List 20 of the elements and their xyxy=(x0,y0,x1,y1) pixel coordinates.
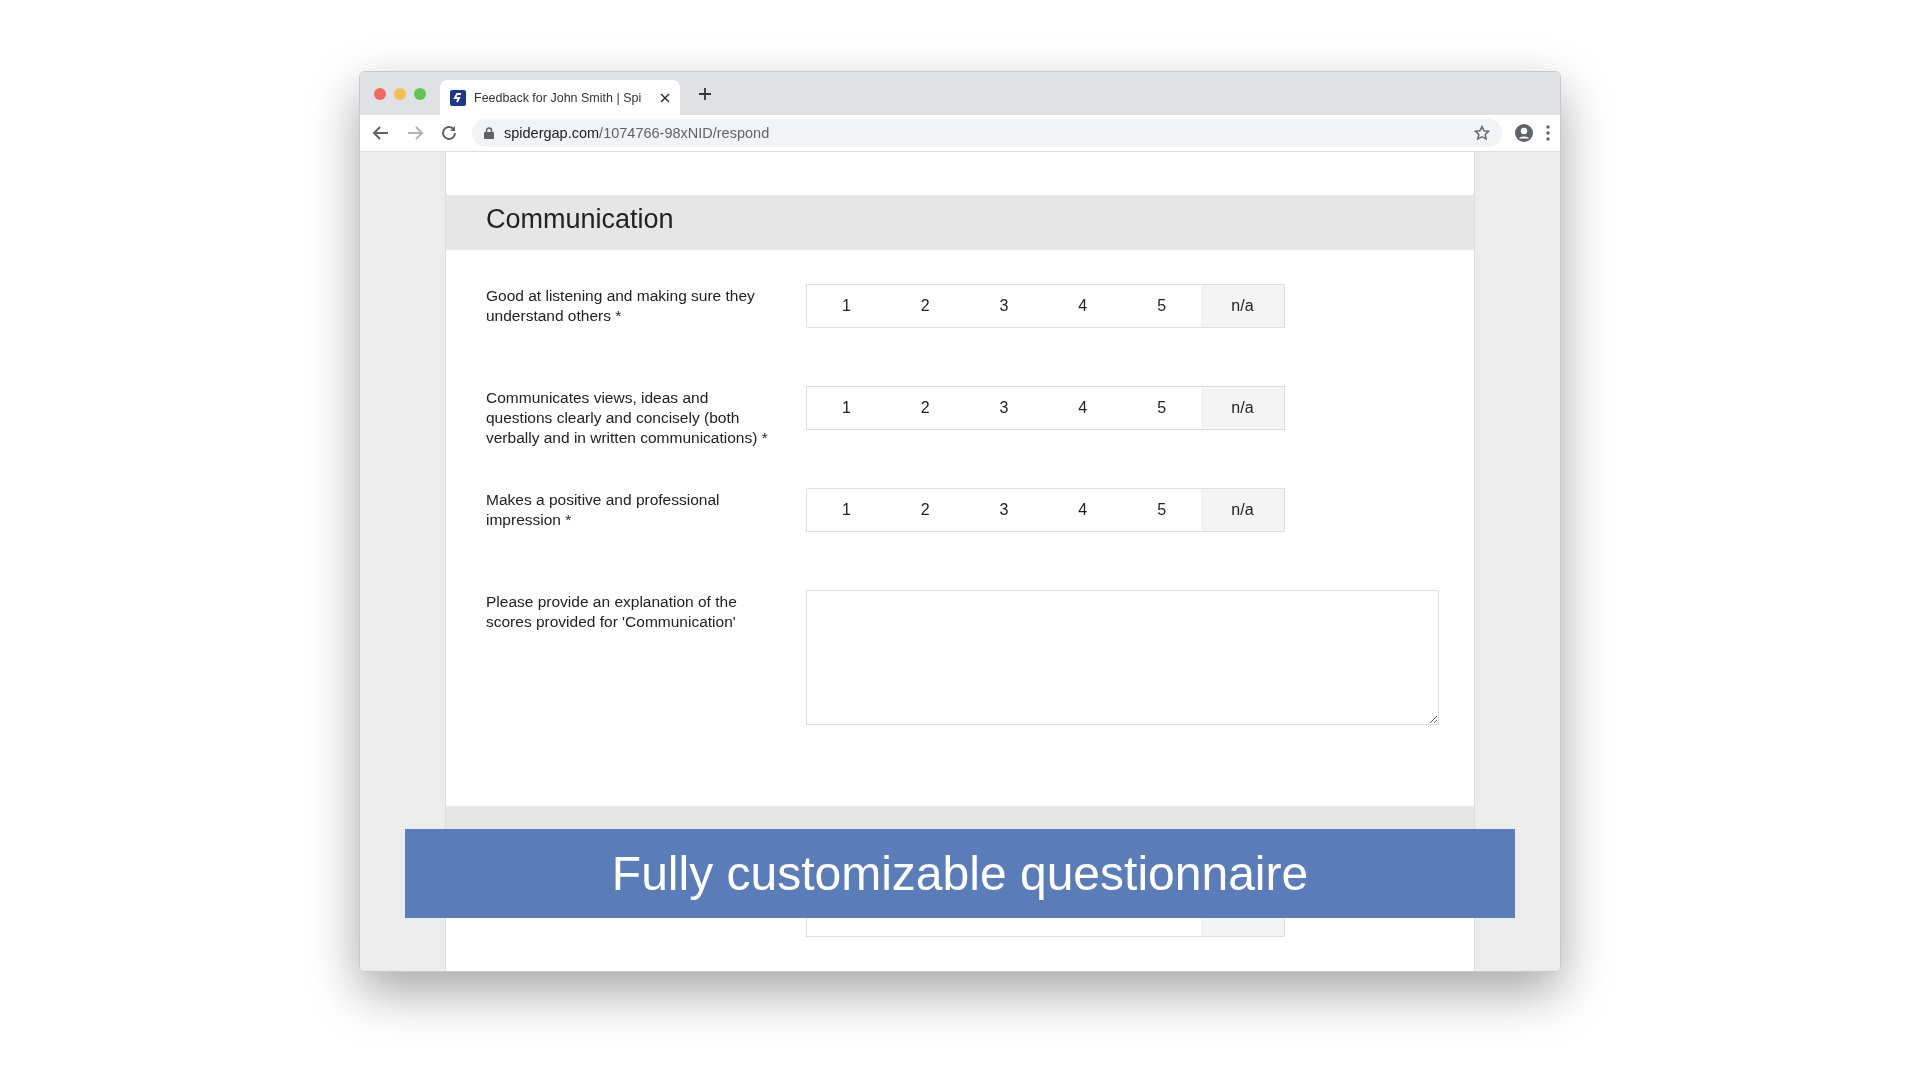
question-label: Communicates views, ideas and questions clearly and concisely (both verbally and in written communications) * xyxy=(486,388,769,448)
url-text: spidergap.com/1074766-98xNID/respond xyxy=(504,125,771,141)
site-logo-icon xyxy=(450,89,466,106)
profile-icon[interactable] xyxy=(1514,123,1534,143)
browser-tab[interactable]: Feedback for John Smith | Spi xyxy=(440,80,680,115)
tab-title: Feedback for John Smith | Spi xyxy=(474,90,643,105)
question-label: Makes a positive and professional impression * xyxy=(486,490,721,530)
not-applicable-option[interactable]: n/a xyxy=(1201,285,1284,327)
close-icon[interactable] xyxy=(660,92,670,103)
caption-banner: Fully customizable questionnaire xyxy=(405,829,1515,918)
question-label: Please provide an explanation of the scores provided for 'Communication' xyxy=(486,592,738,632)
not-applicable-option[interactable]: n/a xyxy=(1201,489,1284,531)
lock-icon xyxy=(484,127,494,139)
section-title: Communication xyxy=(486,204,674,235)
star-icon[interactable] xyxy=(1474,125,1490,141)
address-bar[interactable]: spidergap.com/1074766-98xNID/respond xyxy=(472,119,1502,147)
not-applicable-option[interactable]: n/a xyxy=(1201,387,1284,429)
plus-icon[interactable] xyxy=(698,86,712,101)
menu-icon[interactable] xyxy=(1546,125,1550,141)
question-label: Good at listening and making sure they understand others * xyxy=(486,286,756,326)
